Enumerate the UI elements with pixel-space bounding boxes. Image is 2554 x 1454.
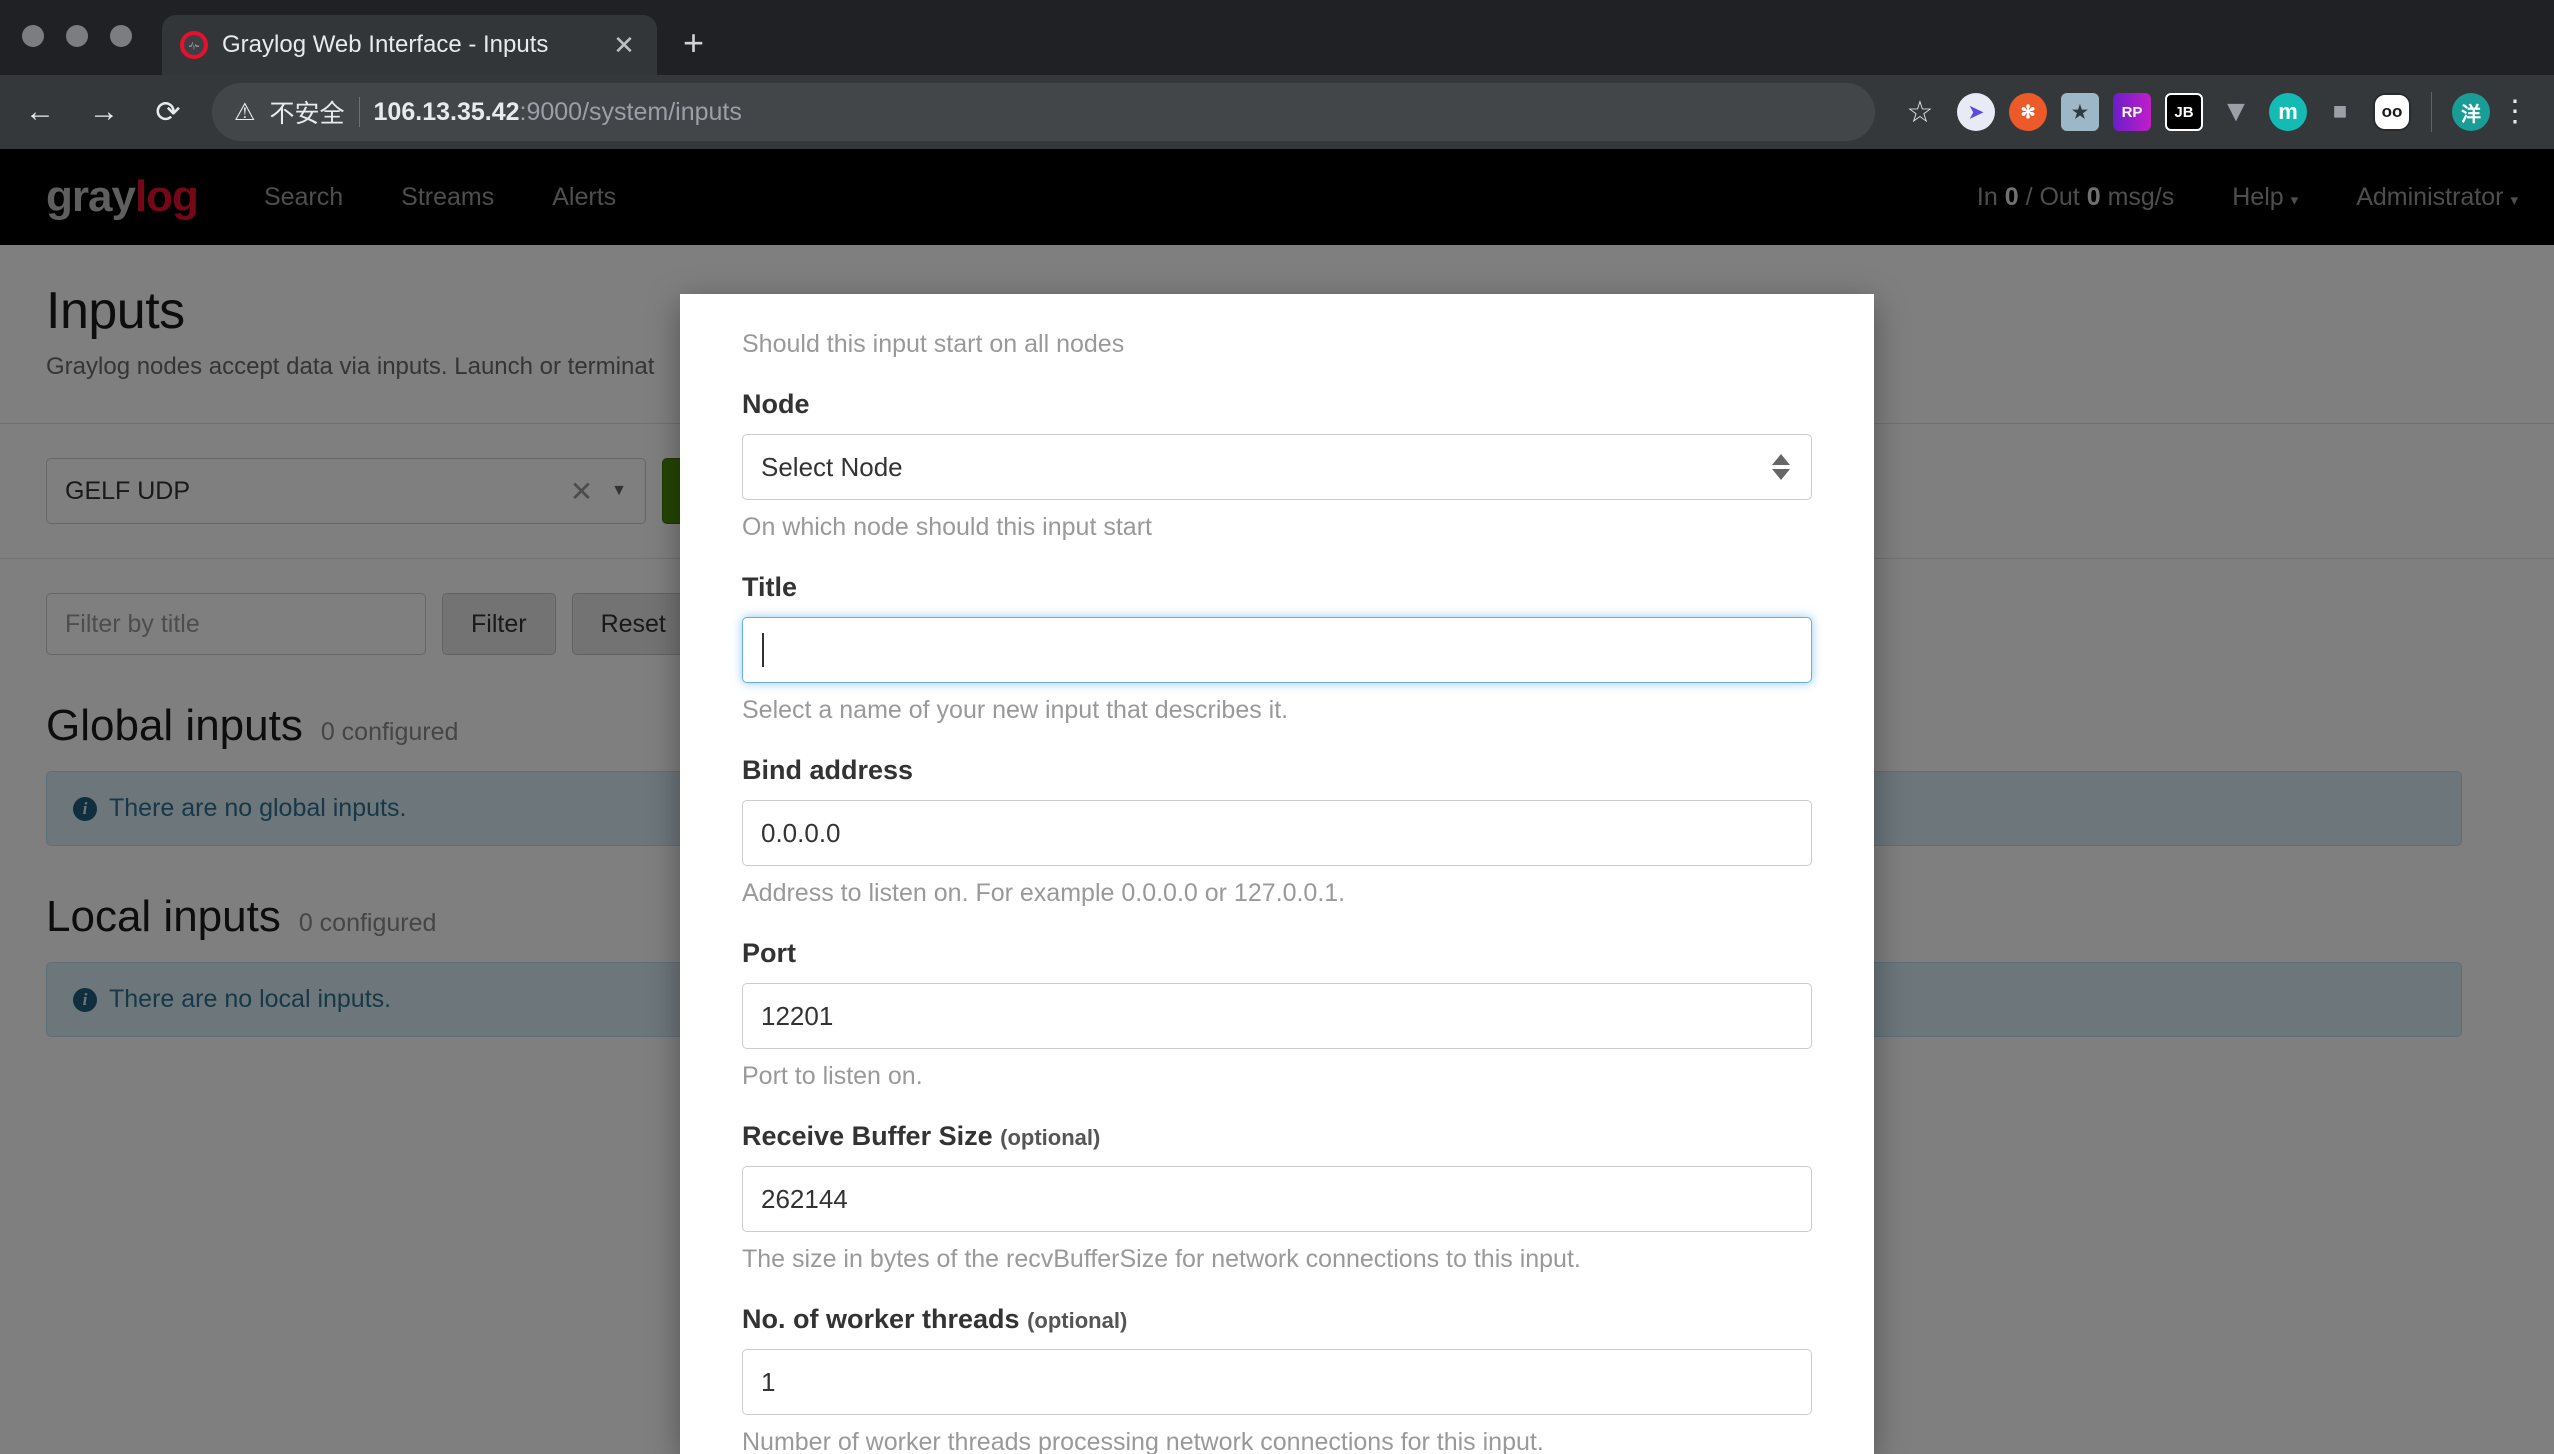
bind-address-input[interactable] bbox=[742, 800, 1812, 866]
divider bbox=[359, 97, 360, 127]
title-input-wrap bbox=[742, 617, 1812, 683]
title-help: Select a name of your new input that des… bbox=[742, 696, 1812, 725]
browser-tab[interactable]: Graylog Web Interface - Inputs ✕ bbox=[162, 15, 657, 75]
warning-triangle-icon: ⚠ bbox=[234, 98, 256, 127]
optional-tag: (optional) bbox=[1000, 1125, 1100, 1150]
avira-extension-icon[interactable]: ✻ bbox=[2009, 93, 2047, 131]
field-group-bind-address: Bind address Address to listen on. For e… bbox=[742, 755, 1812, 908]
pocket-extension-icon[interactable]: ★ bbox=[2061, 93, 2099, 131]
close-icon[interactable]: ✕ bbox=[609, 32, 639, 58]
node-help: On which node should this input start bbox=[742, 513, 1812, 542]
address-bar[interactable]: ⚠ 不安全 106.13.35.42:9000/system/inputs bbox=[212, 83, 1875, 141]
tab-title: Graylog Web Interface - Inputs bbox=[222, 31, 595, 59]
receive-buffer-size-help: The size in bytes of the recvBufferSize … bbox=[742, 1245, 1812, 1274]
node-select-wrap: Select Node bbox=[742, 434, 1812, 500]
worker-threads-label: No. of worker threads (optional) bbox=[742, 1304, 1812, 1335]
security-status-label: 不安全 bbox=[270, 94, 345, 130]
mendeley-extension-icon[interactable]: m bbox=[2269, 93, 2307, 131]
worker-threads-help: Number of worker threads processing netw… bbox=[742, 1428, 1812, 1454]
field-group-title: Title Select a name of your new input th… bbox=[742, 572, 1812, 725]
node-label: Node bbox=[742, 389, 1812, 420]
modal-body: Should this input start on all nodes Nod… bbox=[680, 294, 1874, 1454]
field-group-worker-threads: No. of worker threads (optional) Number … bbox=[742, 1304, 1812, 1454]
url-path: :9000/system/inputs bbox=[520, 98, 742, 126]
field-group-node: Node Select Node On which node should th… bbox=[742, 389, 1812, 542]
port-label: Port bbox=[742, 938, 1812, 969]
divider bbox=[2431, 92, 2432, 132]
new-tab-button[interactable]: + bbox=[683, 25, 704, 61]
global-checkbox-help: Should this input start on all nodes bbox=[742, 294, 1812, 359]
metamask-extension-icon[interactable]: ▼ bbox=[2217, 93, 2255, 131]
page-viewport: graylog Search Streams Alerts In 0 / Out… bbox=[0, 149, 2554, 1454]
text-cursor bbox=[762, 633, 764, 667]
rp-extension-icon[interactable]: RP bbox=[2113, 93, 2151, 131]
browser-window: Graylog Web Interface - Inputs ✕ + ← → ⟳… bbox=[0, 0, 2554, 1454]
field-group-port: Port Port to listen on. bbox=[742, 938, 1812, 1091]
graylog-favicon-icon bbox=[180, 31, 208, 59]
clipboard-extension-icon[interactable]: ■ bbox=[2321, 93, 2359, 131]
lastpass-extension-icon[interactable]: ➤ bbox=[1957, 93, 1995, 131]
window-controls bbox=[22, 0, 132, 75]
optional-tag: (optional) bbox=[1027, 1308, 1127, 1333]
reload-icon[interactable]: ⟳ bbox=[138, 82, 198, 142]
title-input[interactable] bbox=[742, 617, 1812, 683]
jetbrains-toolbox-icon[interactable]: JB bbox=[2165, 93, 2203, 131]
tab-strip: Graylog Web Interface - Inputs ✕ + bbox=[0, 0, 2554, 75]
field-group-receive-buffer-size: Receive Buffer Size (optional) The size … bbox=[742, 1121, 1812, 1274]
title-label: Title bbox=[742, 572, 1812, 603]
oo-extension-icon[interactable]: oo bbox=[2373, 93, 2411, 131]
back-icon[interactable]: ← bbox=[10, 82, 70, 142]
bookmark-star-icon[interactable]: ☆ bbox=[1893, 95, 1947, 130]
minimize-window-button[interactable] bbox=[66, 25, 88, 47]
close-window-button[interactable] bbox=[22, 25, 44, 47]
port-input[interactable] bbox=[742, 983, 1812, 1049]
browser-toolbar: ← → ⟳ ⚠ 不安全 106.13.35.42:9000/system/inp… bbox=[0, 75, 2554, 149]
profile-avatar[interactable]: 洋 bbox=[2452, 93, 2490, 131]
browser-menu-icon[interactable]: ⋮ bbox=[2494, 100, 2536, 124]
url-text: 106.13.35.42:9000/system/inputs bbox=[374, 98, 742, 127]
receive-buffer-size-input[interactable] bbox=[742, 1166, 1812, 1232]
forward-icon[interactable]: → bbox=[74, 82, 134, 142]
port-help: Port to listen on. bbox=[742, 1062, 1812, 1091]
worker-threads-input[interactable] bbox=[742, 1349, 1812, 1415]
bind-address-help: Address to listen on. For example 0.0.0.… bbox=[742, 879, 1812, 908]
node-select[interactable]: Select Node bbox=[742, 434, 1812, 500]
bind-address-label: Bind address bbox=[742, 755, 1812, 786]
maximize-window-button[interactable] bbox=[110, 25, 132, 47]
receive-buffer-size-label: Receive Buffer Size (optional) bbox=[742, 1121, 1812, 1152]
url-host: 106.13.35.42 bbox=[374, 98, 520, 126]
launch-input-modal: Should this input start on all nodes Nod… bbox=[680, 294, 1874, 1454]
extensions-tray: ➤ ✻ ★ RP JB ▼ m ■ oo 洋 bbox=[1951, 92, 2490, 132]
